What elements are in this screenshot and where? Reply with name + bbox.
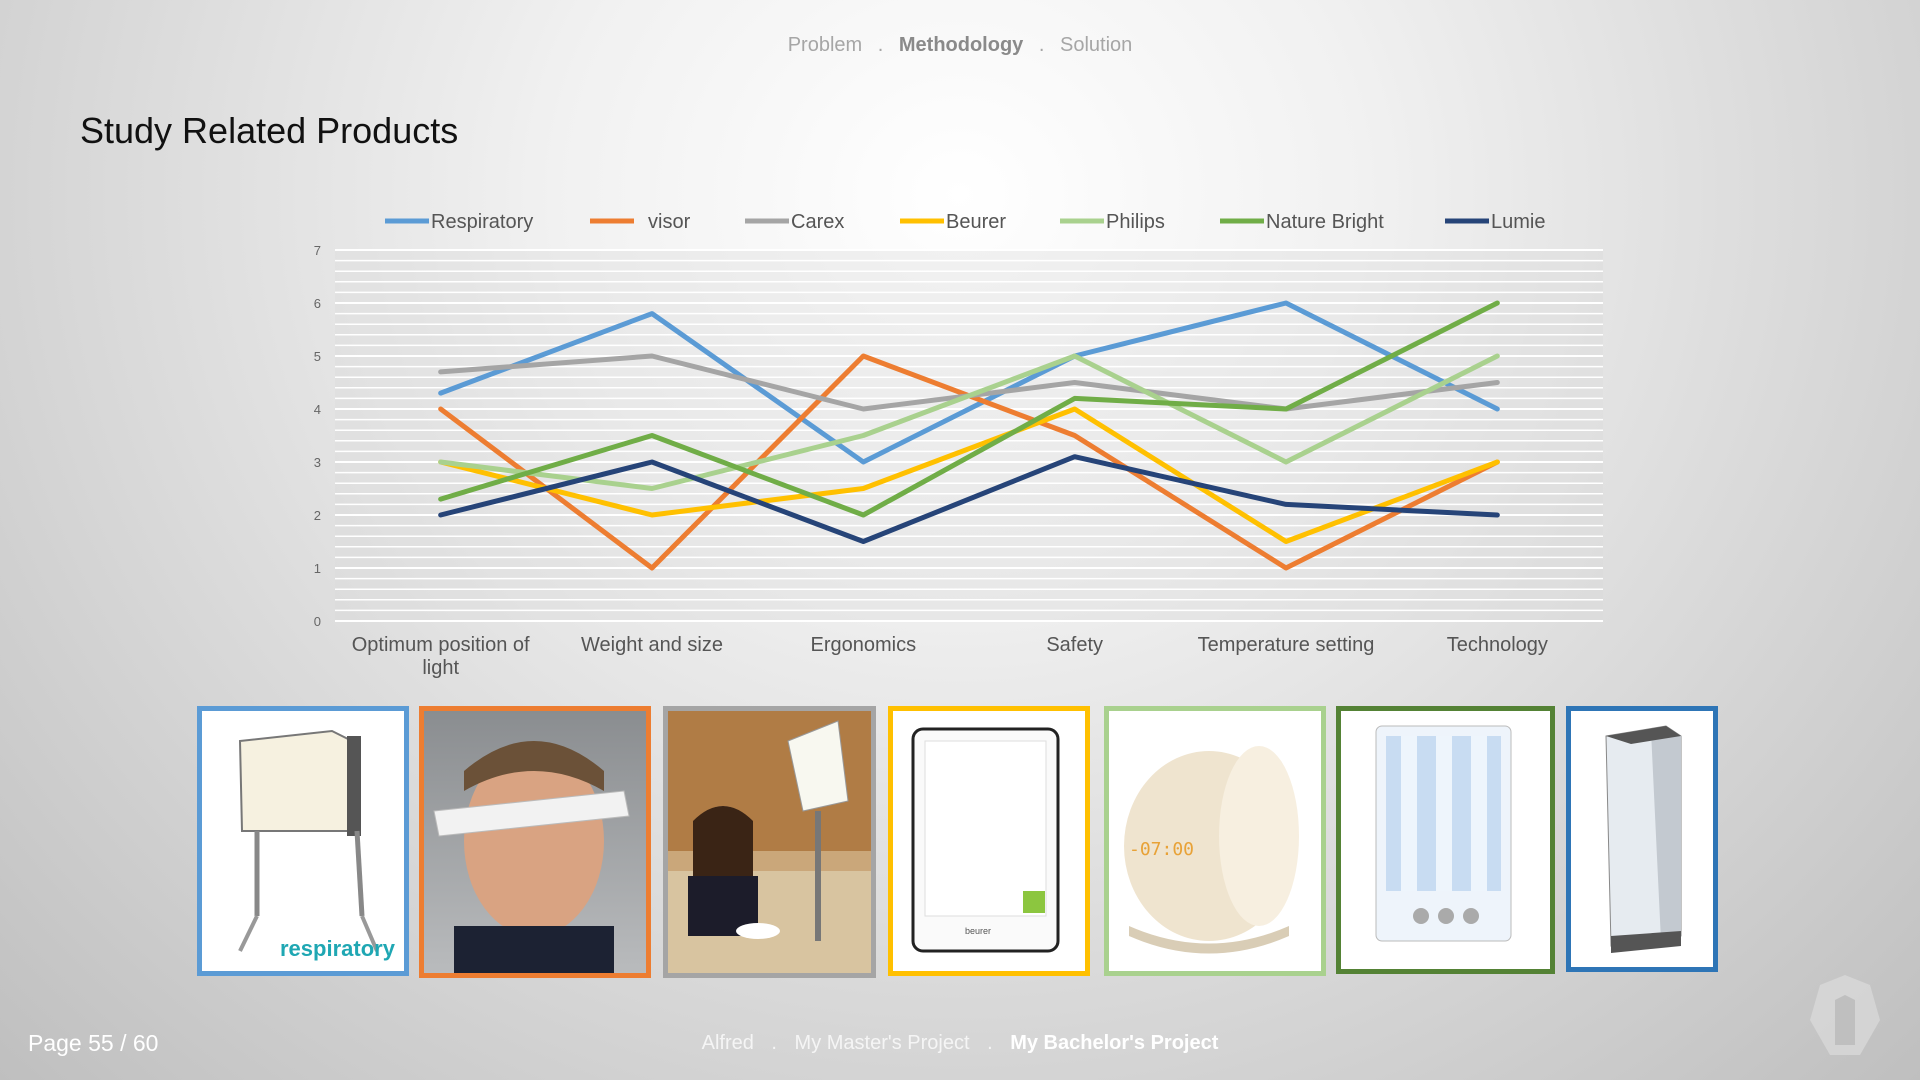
y-tick-label: 7 (314, 243, 321, 258)
product-image-respiratory: respiratory (197, 706, 409, 976)
x-category-label: Temperature setting (1198, 634, 1375, 656)
product-image-visor (419, 706, 651, 978)
x-category-label: Safety (1046, 634, 1103, 656)
clock-display: -07:00 (1129, 839, 1195, 860)
x-category-label: Ergonomics (811, 634, 917, 656)
x-category-label: light (422, 657, 459, 679)
lamp-illustration (238, 729, 379, 952)
legend-label: Nature Bright (1266, 211, 1384, 233)
legend-label: visor (648, 211, 691, 233)
product-image-philips: -07:00 (1104, 706, 1326, 976)
footer-nav-bachelors[interactable]: My Bachelor's Project (1010, 1032, 1218, 1054)
plot-area (335, 250, 1603, 621)
footer-navigation: Alfred . My Master's Project . My Bachel… (0, 1032, 1920, 1055)
brand-logo-icon (1810, 975, 1880, 1055)
line-chart: 0 1 2 3 4 5 6 7 Optimum position oflight Weight a… (314, 211, 1603, 679)
light-box (1375, 725, 1512, 942)
legend-label: Lumie (1491, 211, 1545, 233)
y-tick-label: 2 (314, 508, 321, 523)
product-image-beurer: beurer (888, 706, 1090, 976)
y-tick-label: 3 (314, 455, 321, 470)
legend-label: Philips (1106, 211, 1165, 233)
legend-label: Beurer (946, 211, 1006, 233)
footer-nav-masters[interactable]: My Master's Project (795, 1032, 970, 1054)
x-category-label: Weight and size (581, 634, 723, 656)
brand-caption: respiratory (280, 936, 395, 961)
product-image-lumie (1566, 706, 1718, 972)
footer-nav-alfred[interactable]: Alfred (702, 1032, 754, 1054)
person-with-visor (433, 741, 630, 973)
legend-label: Carex (791, 211, 844, 233)
nav-separator: . (987, 1032, 993, 1054)
x-category-label: Technology (1447, 634, 1548, 656)
y-tick-label: 6 (314, 296, 321, 311)
nav-separator: . (771, 1032, 777, 1054)
y-tick-label: 5 (314, 349, 321, 364)
woman-with-lamp (668, 711, 871, 973)
y-tick-label: 0 (314, 614, 321, 629)
tower-lamp (1605, 725, 1682, 953)
y-tick-label: 1 (314, 561, 321, 576)
product-image-nature-bright (1336, 706, 1555, 974)
brand-caption: beurer (965, 926, 992, 936)
x-category-label: Optimum position of (352, 634, 530, 656)
product-image-carex (663, 706, 876, 978)
y-tick-label: 4 (314, 402, 321, 417)
legend-label: Respiratory (431, 211, 533, 233)
